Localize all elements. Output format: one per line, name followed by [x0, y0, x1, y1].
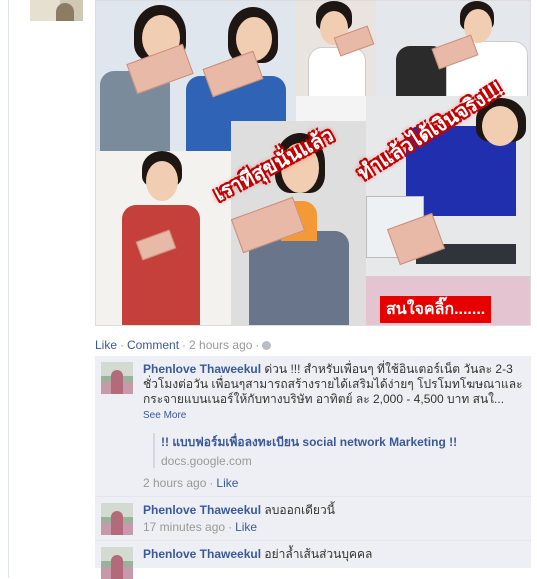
comment-author[interactable]: Phenlove Thaweekul [143, 362, 261, 376]
comment-like-link[interactable]: Like [216, 476, 238, 490]
shared-link-domain: docs.google.com [161, 454, 252, 468]
avatar[interactable] [101, 503, 133, 535]
overlay-click-label: สนใจคลิ๊ก....... [380, 296, 492, 323]
globe-icon[interactable] [262, 341, 272, 351]
comment-author[interactable]: Phenlove Thaweekul [143, 547, 261, 561]
post-photo-collage[interactable]: เราทีสุขนั่นแล้ว ทำแล้วได้เงินจริง!!! สน… [95, 0, 531, 326]
comment-link[interactable]: Comment [127, 338, 179, 352]
comment-text: ลบออกเดียวนี้ [264, 503, 335, 517]
comment-item: Phenlove Thaweekul ลบออกเดียวนี้ 17 minu… [95, 497, 531, 541]
comment-item: Phenlove Thaweekul ด่วน !!! สำหรับเพื่อน… [95, 356, 531, 497]
shared-link-preview[interactable]: !! แบบฟอร์มเพื่อลงทะเบียน social network… [153, 433, 523, 468]
post-timestamp[interactable]: 2 hours ago [189, 338, 252, 352]
collage-photo-3 [376, 1, 530, 96]
comment-meta: 2 hours ago · Like [143, 476, 239, 490]
shared-link-title[interactable]: !! แบบฟอร์มเพื่อลงทะเบียน social network… [161, 433, 523, 452]
comment-timestamp[interactable]: 17 minutes ago [143, 520, 225, 534]
comment-meta: 17 minutes ago · Like [143, 520, 258, 534]
comment-timestamp[interactable]: 2 hours ago [143, 476, 206, 490]
comment-text: อย่าล้ำเส้นส่วนบุคคล [264, 547, 373, 561]
avatar[interactable] [101, 547, 133, 579]
comment-like-link[interactable]: Like [235, 520, 257, 534]
collage-photo-4 [96, 151, 231, 325]
avatar[interactable] [101, 362, 133, 394]
timeline-divider [8, 0, 9, 578]
post-actions: Like · Comment · 2 hours ago · [95, 338, 272, 352]
poster-photo-thumbnail[interactable] [30, 0, 83, 21]
collage-photo-2 [296, 1, 376, 96]
comment-author[interactable]: Phenlove Thaweekul [143, 503, 261, 517]
comment-item: Phenlove Thaweekul อย่าล้ำเส้นส่วนบุคคล [95, 541, 531, 579]
like-link[interactable]: Like [95, 338, 117, 352]
comments-section: Phenlove Thaweekul ด่วน !!! สำหรับเพื่อน… [95, 356, 531, 579]
see-more-link[interactable]: See More [143, 410, 186, 421]
